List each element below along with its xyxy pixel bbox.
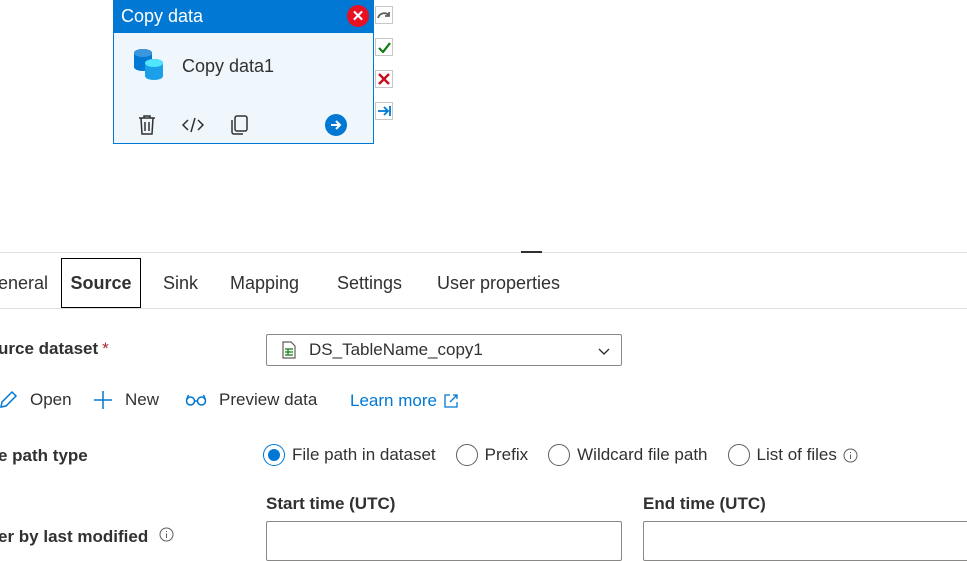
success-check-icon[interactable]: [375, 38, 393, 56]
tab-source[interactable]: Source: [61, 258, 141, 308]
required-mark: *: [102, 339, 109, 358]
skip-arrow-icon[interactable]: [375, 102, 393, 120]
copy-data-icon: [132, 47, 166, 86]
glasses-icon: [185, 393, 207, 407]
preview-data-button[interactable]: Preview data: [185, 390, 317, 410]
info-icon[interactable]: [159, 527, 174, 542]
code-icon[interactable]: [180, 112, 206, 138]
failure-x-icon[interactable]: [375, 70, 393, 88]
end-time-label: End time (UTC): [643, 494, 766, 513]
open-external-icon: [443, 393, 459, 409]
new-button[interactable]: New: [93, 390, 159, 410]
chevron-down-icon: [597, 343, 611, 363]
radio-circle-selected: [263, 444, 285, 466]
radio-file-path-in-dataset[interactable]: File path in dataset: [263, 444, 436, 466]
radio-circle: [727, 444, 750, 466]
end-time-input[interactable]: [643, 521, 967, 561]
panel-splitter[interactable]: [0, 252, 967, 253]
pencil-icon: [0, 390, 18, 410]
file-path-type-label: e path type: [0, 446, 88, 465]
radio-circle: [455, 444, 478, 466]
open-button[interactable]: Open: [0, 390, 72, 410]
activity-type-title: Copy data: [121, 6, 204, 26]
tab-mapping[interactable]: Mapping: [230, 258, 299, 308]
tab-sink[interactable]: Sink: [163, 258, 198, 308]
radio-wildcard-file-path[interactable]: Wildcard file path: [548, 444, 708, 466]
go-arrow-icon[interactable]: [325, 112, 347, 138]
start-time-label: Start time (UTC): [266, 494, 396, 513]
file-path-type-group: File path in dataset Prefix Wildcard fil…: [263, 442, 878, 468]
learn-more-link[interactable]: Learn more: [350, 391, 459, 411]
info-icon[interactable]: [843, 448, 858, 463]
tab-settings[interactable]: Settings: [337, 258, 402, 308]
tab-user-properties[interactable]: User properties: [437, 258, 560, 308]
radio-list-of-files[interactable]: List of files: [727, 444, 858, 466]
splitter-handle[interactable]: [521, 251, 542, 253]
copy-data-activity[interactable]: Copy data ✕ Copy data1: [113, 0, 374, 144]
plus-icon: [93, 390, 113, 410]
radio-circle: [548, 444, 571, 466]
properties-tabs: eneral Source Sink Mapping Settings User…: [0, 258, 967, 309]
clone-icon[interactable]: [228, 112, 250, 138]
source-dataset-dropdown[interactable]: DS_TableName_copy1: [266, 334, 622, 366]
error-close-icon[interactable]: ✕: [347, 5, 369, 27]
tab-general[interactable]: eneral: [0, 258, 48, 308]
start-time-input[interactable]: [266, 521, 622, 561]
source-dataset-value: DS_TableName_copy1: [309, 340, 483, 359]
activity-header: Copy data: [114, 0, 373, 33]
radio-prefix[interactable]: Prefix: [455, 444, 528, 466]
activity-name: Copy data1: [182, 56, 275, 76]
filter-last-modified-label: er by last modified: [0, 527, 174, 547]
csv-file-icon: [281, 341, 297, 359]
source-dataset-label: urce dataset *: [0, 339, 109, 358]
delete-icon[interactable]: [136, 112, 158, 138]
completion-icon[interactable]: [375, 6, 393, 24]
